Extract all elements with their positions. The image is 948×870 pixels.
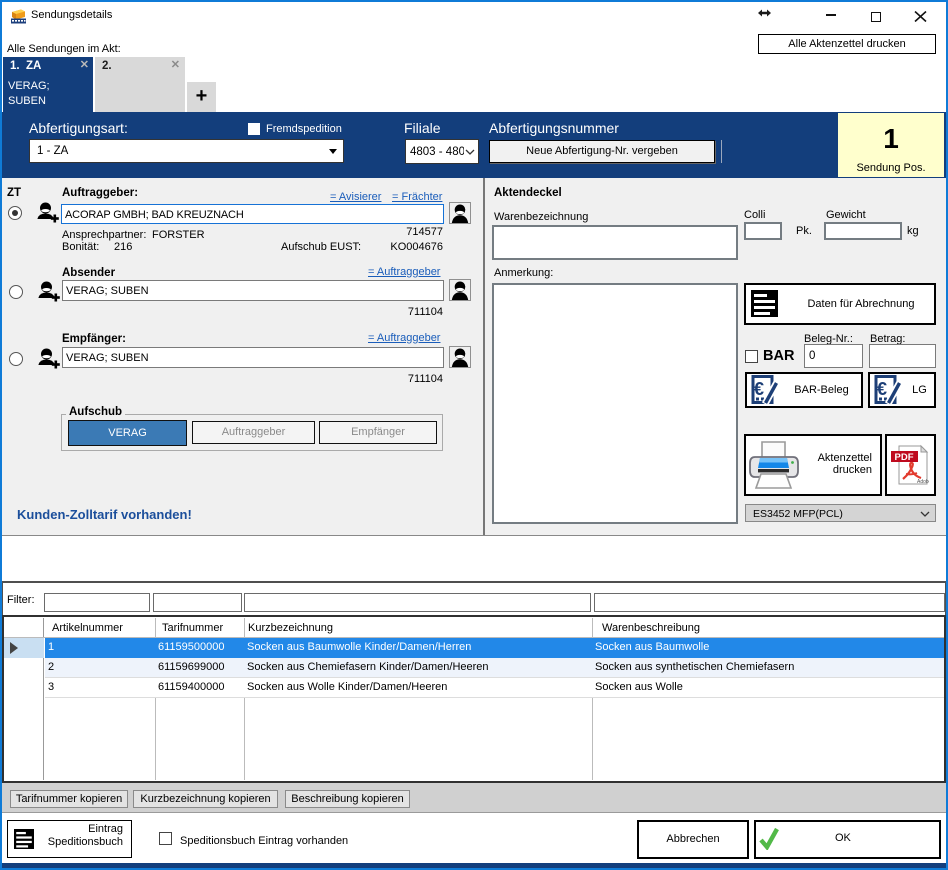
svg-text:PDF: PDF xyxy=(895,452,914,463)
svg-text:€: € xyxy=(877,379,887,399)
svg-text:Adobe: Adobe xyxy=(917,479,929,485)
svg-text:€: € xyxy=(754,379,764,399)
